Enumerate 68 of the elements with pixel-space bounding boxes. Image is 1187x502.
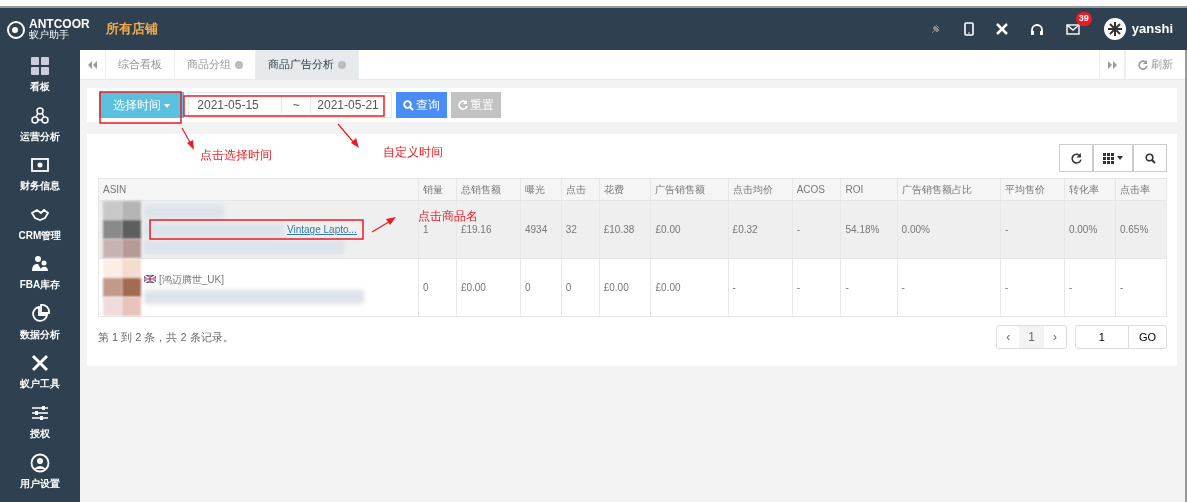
table-cell: 32	[561, 200, 600, 259]
logo-subtitle: 蚁户助手	[29, 30, 69, 40]
logo-text: ANTCOOR	[29, 18, 90, 30]
table-cell: 54.18%	[841, 200, 898, 259]
sidebar-item[interactable]: 数据分析	[20, 303, 60, 354]
query-button[interactable]: 查询	[396, 92, 448, 118]
column-header[interactable]: 广告销售额	[651, 178, 729, 201]
table-cell: -	[1000, 258, 1065, 317]
table-cell: £0.00	[599, 258, 651, 317]
table-cell: -	[1064, 258, 1116, 317]
table-cell: -	[792, 258, 841, 317]
table-cell: -	[897, 258, 1001, 317]
column-header[interactable]: ASIN	[98, 178, 419, 201]
notification-count: 39	[1075, 12, 1092, 26]
column-header[interactable]: 点击率	[1115, 178, 1167, 201]
annotation-note: 自定义时间	[383, 144, 443, 161]
table-cell: -	[1115, 258, 1167, 317]
page-jump-field[interactable]: 1	[1074, 325, 1129, 349]
tab[interactable]: 综合看板	[106, 50, 175, 79]
record-summary: 第 1 到 2 条，共 2 条记录。	[98, 329, 234, 345]
annotation-note: 点击商品名	[418, 208, 478, 225]
column-header[interactable]: 广告销售额占比	[897, 178, 1001, 201]
sidebar-item[interactable]: FBA库存	[19, 254, 61, 304]
table-cell: 0	[418, 258, 457, 317]
table-cell: -	[728, 258, 793, 317]
table-cell: 0.65%	[1115, 200, 1167, 259]
column-header[interactable]: ROI	[841, 178, 898, 201]
table-cell: £0.32	[728, 200, 793, 259]
column-header[interactable]: 转化率	[1064, 178, 1116, 201]
column-header[interactable]: 总销售额	[456, 178, 521, 201]
table-cell: £0.00	[651, 258, 729, 317]
prev-page-button[interactable]: ‹	[997, 326, 1020, 348]
table-cell: £10.38	[599, 200, 651, 259]
next-page-button[interactable]: ›	[1043, 326, 1066, 348]
sidebar-item[interactable]: 看板	[30, 56, 50, 106]
column-header[interactable]: 花费	[599, 178, 651, 201]
table-cell: 4934	[520, 200, 562, 259]
sidebar-item[interactable]: 运营分析	[20, 105, 60, 156]
date-range-field[interactable]: 2021-05-15 ~ 2021-05-21	[188, 92, 393, 118]
column-header[interactable]: 曝光	[520, 178, 562, 201]
refresh-button[interactable]: 刷新	[1125, 50, 1185, 79]
sidebar-item[interactable]: CRM管理	[18, 204, 62, 255]
table-cell: 0.00%	[1064, 200, 1116, 259]
go-button[interactable]: GO	[1127, 325, 1167, 349]
table-cell: 0	[520, 258, 562, 317]
table-cell: £0.00	[456, 258, 521, 317]
column-header[interactable]: ACOS	[792, 178, 841, 201]
store-label: [鸿迈腾世_UK]	[159, 272, 224, 287]
column-header[interactable]: 点击均价	[728, 178, 793, 201]
table-cell: 0	[561, 258, 600, 317]
product-link[interactable]: Vintage Lapto...	[287, 222, 357, 237]
table-cell: -	[841, 258, 898, 317]
sidebar-item[interactable]: 用户设置	[20, 452, 60, 502]
page-button[interactable]: 1	[1019, 326, 1044, 348]
table-cell: -	[792, 200, 841, 259]
table-cell: -	[1000, 200, 1065, 259]
column-header[interactable]: 平均售价	[1000, 178, 1065, 201]
column-header[interactable]: 销量	[418, 178, 457, 201]
sidebar-item[interactable]: 财务信息	[20, 155, 60, 205]
store-menu[interactable]: 所有店铺	[105, 19, 158, 39]
column-header[interactable]: 点击	[561, 178, 600, 201]
sidebar-item[interactable]: 授权	[30, 402, 50, 453]
user-name[interactable]: yanshi	[1131, 19, 1173, 39]
tab[interactable]: 商品广告分析	[256, 50, 359, 79]
table-cell: £0.00	[651, 200, 729, 259]
sidebar-item[interactable]: 蚁户工具	[20, 353, 60, 403]
table-cell: 0.00%	[897, 200, 1001, 259]
annotation-note: 点击选择时间	[200, 147, 272, 164]
